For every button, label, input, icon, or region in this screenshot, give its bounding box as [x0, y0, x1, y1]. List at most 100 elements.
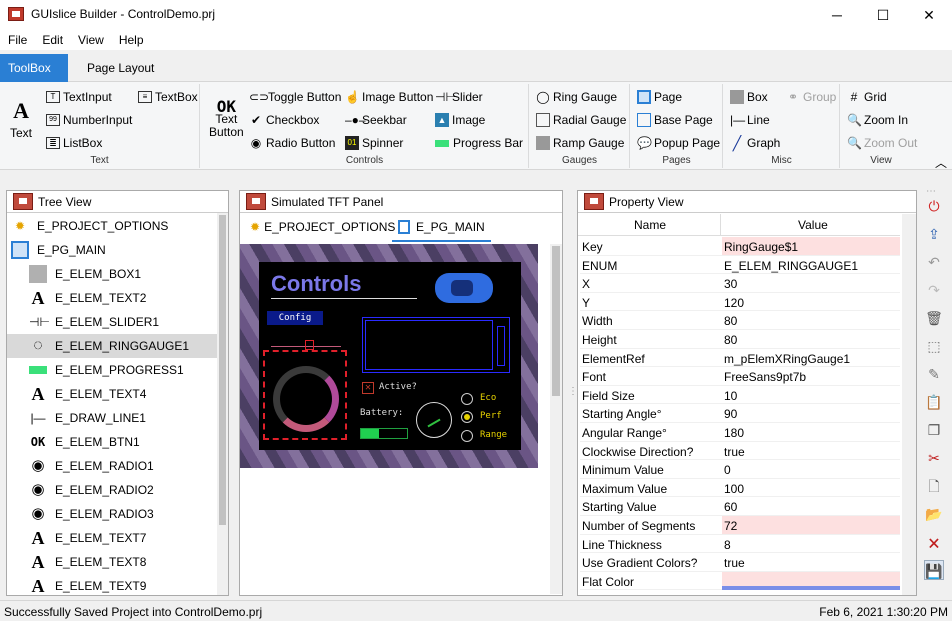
radio-button-tool[interactable]: ◉ Radio Button	[249, 136, 336, 150]
property-row[interactable]: Minimum Value 0	[580, 460, 900, 479]
tree-scrollbar[interactable]	[217, 213, 228, 595]
column-value[interactable]: Value	[798, 218, 828, 232]
save-icon[interactable]: 💾	[924, 560, 944, 580]
property-row[interactable]: Flat Color	[580, 571, 900, 591]
redo-icon[interactable]: ↷	[924, 280, 944, 300]
graph-tool[interactable]: ╱ Graph	[730, 136, 781, 150]
tree-item[interactable]: A E_ELEM_TEXT8	[7, 550, 217, 574]
property-row[interactable]: Starting Value 60	[580, 497, 900, 516]
property-value[interactable]	[722, 571, 900, 590]
close-button[interactable]: ✕	[906, 0, 952, 30]
property-row[interactable]: ENUM E_ELEM_RINGGAUGE1	[580, 256, 900, 275]
property-row[interactable]: ElementRef m_pElemXRingGauge1	[580, 349, 900, 368]
properties-icon[interactable]: ✎	[924, 364, 944, 384]
zoom-in-tool[interactable]: 🔍 Zoom In	[847, 113, 908, 127]
property-row[interactable]: Clockwise Direction? true	[580, 442, 900, 461]
radial-gauge-tool[interactable]: Radial Gauge	[536, 113, 626, 127]
tree-item[interactable]: ◉ E_ELEM_RADIO3	[7, 502, 217, 526]
property-value[interactable]: true	[722, 442, 900, 460]
property-value[interactable]: 0	[722, 460, 900, 478]
tree-item[interactable]: ◉ E_ELEM_RADIO1	[7, 454, 217, 478]
property-row[interactable]: X 30	[580, 274, 900, 293]
image-tool[interactable]: ▲ Image	[435, 113, 485, 127]
property-row[interactable]: Height 80	[580, 330, 900, 349]
base-page-tool[interactable]: Base Page	[637, 113, 713, 127]
tree-item[interactable]: ◉ E_ELEM_RADIO2	[7, 478, 217, 502]
tft-scrollbar[interactable]	[550, 244, 562, 594]
clipboard-icon[interactable]: 📋	[924, 392, 944, 412]
menu-edit[interactable]: Edit	[34, 30, 70, 47]
tree-item[interactable]: A E_ELEM_TEXT4	[7, 382, 217, 406]
property-row[interactable]: Use Gradient Colors? true	[580, 553, 900, 572]
property-row[interactable]: Field Size 10	[580, 386, 900, 405]
tree-item[interactable]: E_ELEM_PROGRESS1	[7, 358, 217, 382]
property-scrollbar[interactable]	[902, 214, 916, 595]
tab-page-layout[interactable]: Page Layout	[79, 54, 162, 82]
toggle-button-tool[interactable]: ⊂⊃ Toggle Button	[249, 90, 341, 104]
numberinput-button[interactable]: 99 NumberInput	[46, 113, 132, 127]
property-value[interactable]: 90	[722, 404, 900, 422]
seekbar-tool[interactable]: –●– Seekbar	[345, 113, 407, 127]
minimize-button[interactable]: ─	[814, 0, 860, 30]
slider-tool[interactable]: ⊣⊢ Slider	[435, 90, 483, 104]
tree-item[interactable]: OK E_ELEM_BTN1	[7, 430, 217, 454]
zoom-out-tool[interactable]: 🔍 Zoom Out	[847, 136, 917, 150]
progress-bar-tool[interactable]: Progress Bar	[435, 136, 523, 150]
property-value[interactable]: true	[722, 553, 900, 571]
power-icon[interactable]: ⏻	[924, 196, 944, 216]
property-value[interactable]: RingGauge$1	[722, 237, 900, 255]
spinner-tool[interactable]: 01 Spinner	[345, 136, 403, 150]
scroll-thumb[interactable]	[219, 215, 226, 525]
collapse-ribbon-icon[interactable]: ︿	[935, 154, 947, 171]
tree-list[interactable]: ✹ E_PROJECT_OPTIONS E_PG_MAIN E_ELEM_BOX1…	[7, 213, 217, 595]
maximize-button[interactable]: ☐	[860, 0, 906, 30]
tree-item[interactable]: E_ELEM_BOX1	[7, 262, 217, 286]
screen-checkbox[interactable]: ✕	[362, 382, 374, 394]
property-row[interactable]: Number of Segments 72	[580, 516, 900, 535]
property-value[interactable]: E_ELEM_RINGGAUGE1	[722, 256, 900, 274]
textinput-button[interactable]: T TextInput	[46, 90, 112, 104]
checkbox-tool[interactable]: ✔ Checkbox	[249, 113, 319, 127]
grid-tool[interactable]: # Grid	[847, 90, 887, 104]
tree-item[interactable]: A E_ELEM_TEXT9	[7, 574, 217, 595]
tree-item-selected[interactable]: ◌ E_ELEM_RINGGAUGE1	[7, 334, 217, 358]
tab-toolbox[interactable]: ToolBox	[0, 54, 68, 82]
property-value[interactable]: 80	[722, 330, 900, 348]
property-value[interactable]: 10	[722, 386, 900, 404]
new-file-icon[interactable]: 🗋	[924, 476, 944, 496]
radio-range[interactable]	[461, 430, 473, 442]
property-value[interactable]: 8	[722, 535, 900, 553]
close-file-icon[interactable]: 🗙	[924, 532, 944, 552]
popup-page-tool[interactable]: 💬 Popup Page	[637, 136, 720, 150]
property-value[interactable]: 72	[722, 516, 900, 534]
property-value[interactable]: 80	[722, 311, 900, 329]
menu-help[interactable]: Help	[111, 30, 151, 47]
open-folder-icon[interactable]: 📂	[924, 504, 944, 524]
config-button[interactable]: Config	[267, 311, 323, 325]
property-value[interactable]: 60	[722, 497, 900, 515]
tree-item[interactable]: A E_ELEM_TEXT2	[7, 286, 217, 310]
group-tool[interactable]: ⚭ Group	[786, 90, 836, 104]
ramp-gauge-tool[interactable]: Ramp Gauge	[536, 136, 624, 150]
box-tool[interactable]: Box	[730, 90, 768, 104]
ring-gauge-selection[interactable]	[263, 350, 347, 440]
page-tool[interactable]: Page	[637, 90, 682, 104]
tft-screen[interactable]: Controls Config ✕ Active? Battery: Eco P…	[259, 262, 521, 450]
radio-eco[interactable]	[461, 393, 473, 405]
trash-icon[interactable]: 🗑	[924, 308, 944, 328]
tft-tab-pg-main[interactable]: E_PG_MAIN	[392, 214, 491, 242]
text-button-tool[interactable]: OK Text Button	[209, 99, 244, 139]
property-value[interactable]: 180	[722, 423, 900, 441]
tree-item[interactable]: ⊣⊢ E_ELEM_SLIDER1	[7, 310, 217, 334]
select-icon[interactable]: ⬚	[924, 336, 944, 356]
property-row[interactable]: Maximum Value 100	[580, 479, 900, 498]
undo-icon[interactable]: ↶	[924, 252, 944, 272]
property-value[interactable]: m_pElemXRingGauge1	[722, 349, 900, 367]
property-value[interactable]: 120	[722, 293, 900, 311]
property-row[interactable]: Font FreeSans9pt7b	[580, 367, 900, 386]
textbox-button[interactable]: ≡ TextBox	[138, 90, 198, 104]
cut-icon[interactable]: ✂	[924, 448, 944, 468]
tree-item-project-options[interactable]: ✹ E_PROJECT_OPTIONS	[7, 214, 217, 238]
property-row[interactable]: Key RingGauge$1	[580, 237, 900, 256]
image-button-tool[interactable]: ☝ Image Button	[345, 90, 433, 104]
